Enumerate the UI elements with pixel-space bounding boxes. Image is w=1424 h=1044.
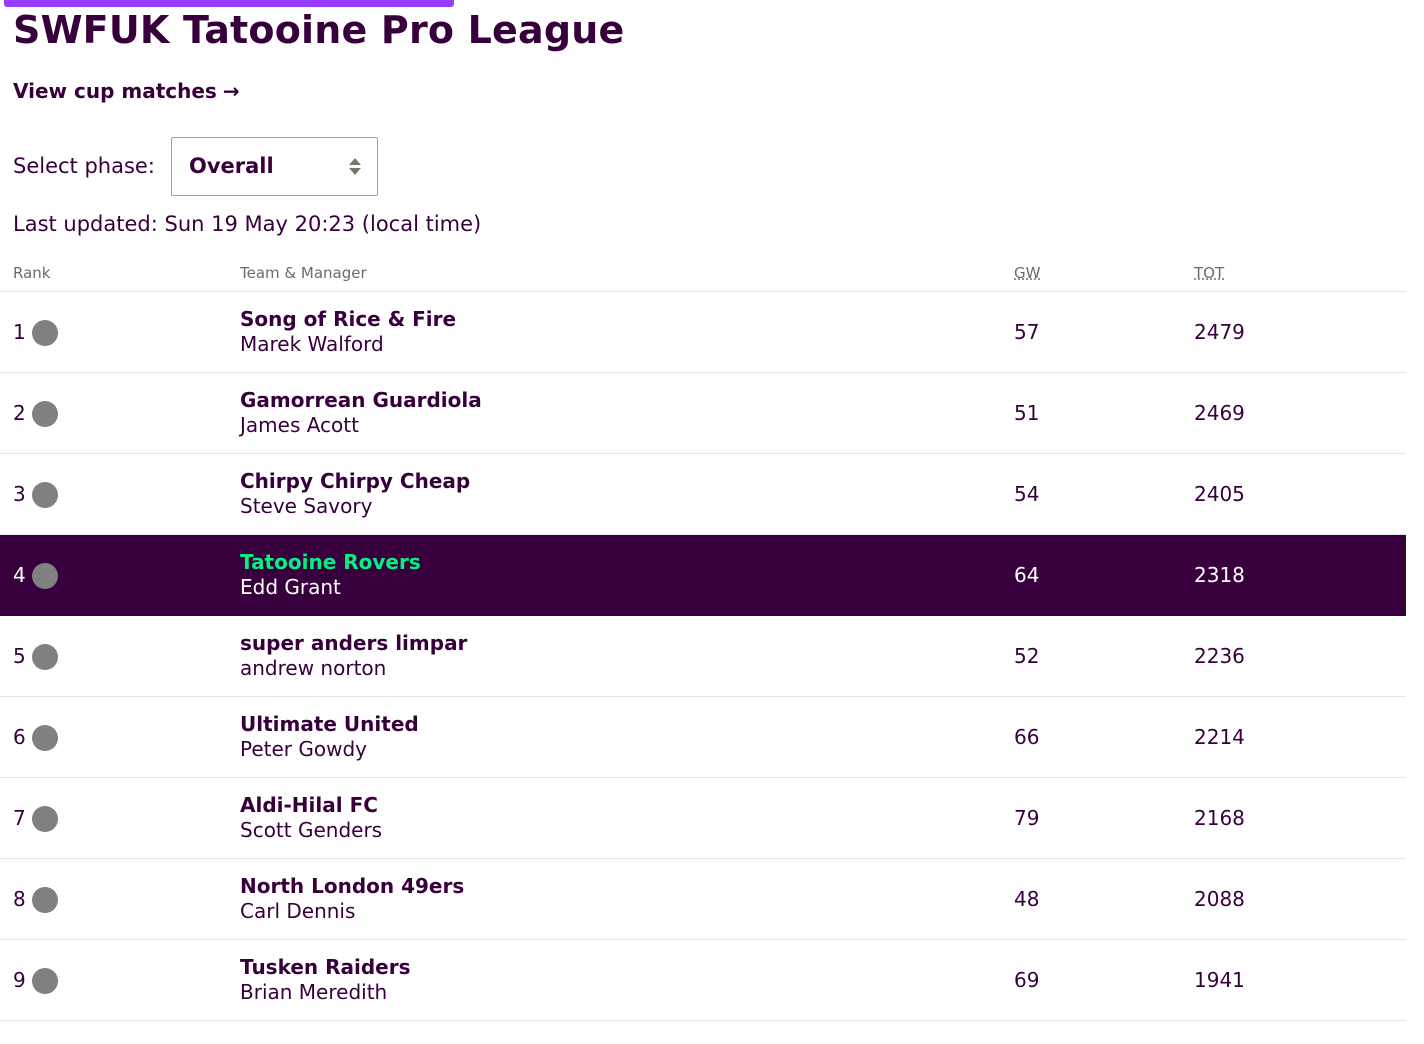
rank-number: 9 xyxy=(13,968,26,992)
gameweek-points: 48 xyxy=(1014,887,1040,911)
table-row[interactable]: 4 Tatooine Rovers Edd Grant 64 2318 xyxy=(0,535,1406,616)
table-row[interactable]: 6 Ultimate United Peter Gowdy 66 2214 xyxy=(0,697,1406,778)
rank-number: 6 xyxy=(13,725,26,749)
team-name-link[interactable]: Aldi-Hilal FC xyxy=(240,793,378,817)
total-points: 2088 xyxy=(1194,887,1245,911)
manager-name: Peter Gowdy xyxy=(240,737,368,761)
table-row[interactable]: 7 Aldi-Hilal FC Scott Genders 79 2168 xyxy=(0,778,1406,859)
column-header-tot[interactable]: TOT xyxy=(1194,264,1224,282)
standings-table: Rank Team & Manager GW TOT 1 Song of Rice… xyxy=(0,252,1406,1021)
manager-name: andrew norton xyxy=(240,656,387,680)
column-header-team-manager: Team & Manager xyxy=(240,264,367,282)
rank-number: 2 xyxy=(13,401,26,425)
phase-select[interactable]: Overall xyxy=(171,137,378,196)
table-row[interactable]: 5 super anders limpar andrew norton 52 2236 xyxy=(0,616,1406,697)
rank-movement-icon xyxy=(32,563,58,589)
top-accent-bar xyxy=(4,0,454,7)
manager-name: Edd Grant xyxy=(240,575,341,599)
total-points: 2318 xyxy=(1194,563,1245,587)
team-name-link[interactable]: Chirpy Chirpy Cheap xyxy=(240,469,470,493)
rank-number: 7 xyxy=(13,806,26,830)
rank-movement-icon xyxy=(32,320,58,346)
table-header: Rank Team & Manager GW TOT xyxy=(0,252,1406,292)
gameweek-points: 64 xyxy=(1014,563,1040,587)
page-title: SWFUK Tatooine Pro League xyxy=(13,8,625,52)
total-points: 1941 xyxy=(1194,968,1245,992)
rank-movement-icon xyxy=(32,482,58,508)
table-row[interactable]: 2 Gamorrean Guardiola James Acott 51 2469 xyxy=(0,373,1406,454)
table-body: 1 Song of Rice & Fire Marek Walford 57 2479 2… xyxy=(0,292,1406,1021)
team-name-link[interactable]: super anders limpar xyxy=(240,631,467,655)
gameweek-points: 52 xyxy=(1014,644,1040,668)
manager-name: Marek Walford xyxy=(240,332,384,356)
gameweek-points: 54 xyxy=(1014,482,1040,506)
phase-label: Select phase: xyxy=(13,154,155,178)
table-row[interactable]: 8 North London 49ers Carl Dennis 48 2088 xyxy=(0,859,1406,940)
table-row[interactable]: 9 Tusken Raiders Brian Meredith 69 1941 xyxy=(0,940,1406,1021)
total-points: 2469 xyxy=(1194,401,1245,425)
gameweek-points: 69 xyxy=(1014,968,1040,992)
rank-movement-icon xyxy=(32,968,58,994)
team-name-link[interactable]: North London 49ers xyxy=(240,874,464,898)
table-row[interactable]: 3 Chirpy Chirpy Cheap Steve Savory 54 2405 xyxy=(0,454,1406,535)
gameweek-points: 51 xyxy=(1014,401,1040,425)
rank-number: 4 xyxy=(13,563,26,587)
rank-number: 5 xyxy=(13,644,26,668)
rank-movement-icon xyxy=(32,806,58,832)
table-row[interactable]: 1 Song of Rice & Fire Marek Walford 57 2479 xyxy=(0,292,1406,373)
column-header-gw[interactable]: GW xyxy=(1014,264,1040,282)
team-name-link[interactable]: Song of Rice & Fire xyxy=(240,307,456,331)
column-header-rank: Rank xyxy=(13,264,51,282)
team-name-link[interactable]: Ultimate United xyxy=(240,712,419,736)
total-points: 2214 xyxy=(1194,725,1245,749)
manager-name: Carl Dennis xyxy=(240,899,356,923)
manager-name: James Acott xyxy=(240,413,359,437)
phase-select-value: Overall xyxy=(189,154,274,178)
cup-link-label: View cup matches xyxy=(13,79,217,103)
manager-name: Steve Savory xyxy=(240,494,373,518)
gameweek-points: 57 xyxy=(1014,320,1040,344)
rank-number: 3 xyxy=(13,482,26,506)
rank-number: 8 xyxy=(13,887,26,911)
total-points: 2479 xyxy=(1194,320,1245,344)
team-name-link[interactable]: Gamorrean Guardiola xyxy=(240,388,482,412)
last-updated-text: Last updated: Sun 19 May 20:23 (local ti… xyxy=(13,212,482,236)
manager-name: Brian Meredith xyxy=(240,980,388,1004)
total-points: 2405 xyxy=(1194,482,1245,506)
select-arrows-icon xyxy=(349,158,361,176)
total-points: 2168 xyxy=(1194,806,1245,830)
view-cup-matches-link[interactable]: View cup matches → xyxy=(13,79,240,103)
team-name-link[interactable]: Tusken Raiders xyxy=(240,955,411,979)
gameweek-points: 79 xyxy=(1014,806,1040,830)
rank-movement-icon xyxy=(32,401,58,427)
rank-movement-icon xyxy=(32,887,58,913)
gameweek-points: 66 xyxy=(1014,725,1040,749)
manager-name: Scott Genders xyxy=(240,818,383,842)
total-points: 2236 xyxy=(1194,644,1245,668)
team-name-link[interactable]: Tatooine Rovers xyxy=(240,550,421,574)
arrow-right-icon: → xyxy=(222,79,240,103)
rank-movement-icon xyxy=(32,644,58,670)
rank-number: 1 xyxy=(13,320,26,344)
rank-movement-icon xyxy=(32,725,58,751)
